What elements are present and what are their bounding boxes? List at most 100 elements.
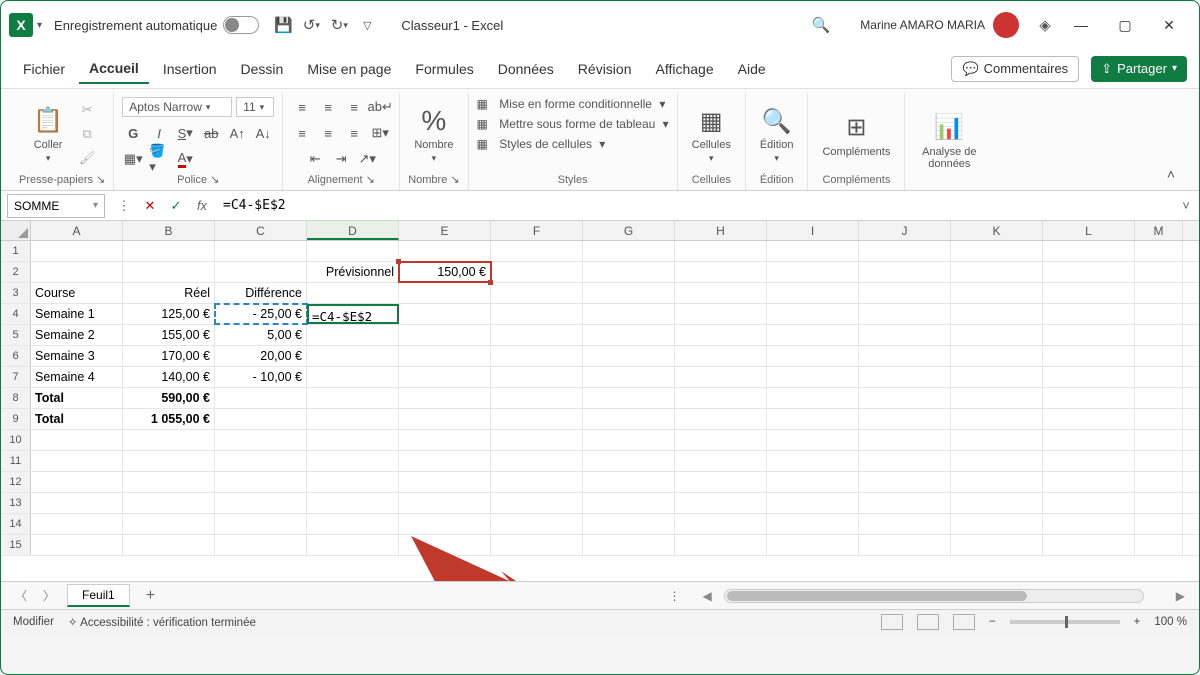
format-as-table-button[interactable]: ▦ Mettre sous forme de tableau ▾ xyxy=(477,117,669,131)
cell-I11[interactable] xyxy=(767,451,859,471)
font-size-combo[interactable]: 11▾ xyxy=(236,97,274,117)
wrap-text-icon[interactable]: ab↵ xyxy=(369,97,391,117)
cell-A14[interactable] xyxy=(31,514,123,534)
col-header-M[interactable]: M xyxy=(1135,221,1183,240)
cell-L15[interactable] xyxy=(1043,535,1135,555)
cell-J11[interactable] xyxy=(859,451,951,471)
cell-H9[interactable] xyxy=(675,409,767,429)
cell-G10[interactable] xyxy=(583,430,675,450)
cell-G8[interactable] xyxy=(583,388,675,408)
tab-prev-icon[interactable]: 〈 xyxy=(11,587,31,604)
cell-H15[interactable] xyxy=(675,535,767,555)
cell-C13[interactable] xyxy=(215,493,307,513)
cell-H3[interactable] xyxy=(675,283,767,303)
undo-icon[interactable]: ↺▾ xyxy=(297,11,325,39)
cancel-formula-icon[interactable]: ✕ xyxy=(137,198,163,214)
cell-L9[interactable] xyxy=(1043,409,1135,429)
cell-C3[interactable]: Différence xyxy=(215,283,307,303)
shrink-font-icon[interactable]: A↓ xyxy=(252,123,274,143)
cell-H12[interactable] xyxy=(675,472,767,492)
cell-J3[interactable] xyxy=(859,283,951,303)
cell-G12[interactable] xyxy=(583,472,675,492)
col-header-B[interactable]: B xyxy=(123,221,215,240)
dialog-launcher-icon[interactable]: ↘ xyxy=(96,173,105,186)
cell-G7[interactable] xyxy=(583,367,675,387)
cell-J10[interactable] xyxy=(859,430,951,450)
cell-L8[interactable] xyxy=(1043,388,1135,408)
select-all-corner[interactable] xyxy=(1,221,31,240)
cell-M6[interactable] xyxy=(1135,346,1183,366)
cell-J8[interactable] xyxy=(859,388,951,408)
cell-K3[interactable] xyxy=(951,283,1043,303)
cell-M7[interactable] xyxy=(1135,367,1183,387)
cell-C14[interactable] xyxy=(215,514,307,534)
row-header-9[interactable]: 9 xyxy=(1,409,31,429)
row-header-8[interactable]: 8 xyxy=(1,388,31,408)
cell-E1[interactable] xyxy=(399,241,491,261)
cell-L14[interactable] xyxy=(1043,514,1135,534)
cell-M2[interactable] xyxy=(1135,262,1183,282)
cell-F2[interactable] xyxy=(491,262,583,282)
cell-G6[interactable] xyxy=(583,346,675,366)
editing-button[interactable]: 🔍Édition▾ xyxy=(754,103,800,166)
cell-J13[interactable] xyxy=(859,493,951,513)
zoom-slider[interactable] xyxy=(1010,620,1120,624)
paste-button[interactable]: 📋 Coller ▾ xyxy=(26,103,70,166)
orientation-icon[interactable]: ↗▾ xyxy=(356,149,378,169)
cell-K14[interactable] xyxy=(951,514,1043,534)
row-header-15[interactable]: 15 xyxy=(1,535,31,555)
cell-C7[interactable]: - 10,00 € xyxy=(215,367,307,387)
cell-I10[interactable] xyxy=(767,430,859,450)
cell-H5[interactable] xyxy=(675,325,767,345)
view-normal-icon[interactable] xyxy=(881,614,903,630)
cell-C15[interactable] xyxy=(215,535,307,555)
cell-K9[interactable] xyxy=(951,409,1043,429)
cell-M4[interactable] xyxy=(1135,304,1183,324)
namebox-opts-icon[interactable]: ⋮ xyxy=(111,198,137,214)
cell-C4[interactable]: - 25,00 € xyxy=(215,304,307,324)
cell-K12[interactable] xyxy=(951,472,1043,492)
cell-F11[interactable] xyxy=(491,451,583,471)
cell-J5[interactable] xyxy=(859,325,951,345)
cell-J4[interactable] xyxy=(859,304,951,324)
font-name-combo[interactable]: Aptos Narrow▾ xyxy=(122,97,232,117)
horizontal-scrollbar[interactable] xyxy=(724,589,1144,603)
cell-D12[interactable] xyxy=(307,472,399,492)
col-header-H[interactable]: H xyxy=(675,221,767,240)
col-header-E[interactable]: E xyxy=(399,221,491,240)
cell-J9[interactable] xyxy=(859,409,951,429)
collapse-ribbon-icon[interactable]: ˄ xyxy=(1153,158,1189,190)
cell-M1[interactable] xyxy=(1135,241,1183,261)
cell-I7[interactable] xyxy=(767,367,859,387)
cell-D10[interactable] xyxy=(307,430,399,450)
menu-accueil[interactable]: Accueil xyxy=(79,54,149,84)
cell-D4[interactable]: =C4-$E$2 xyxy=(307,304,399,324)
cell-E8[interactable] xyxy=(399,388,491,408)
cell-J1[interactable] xyxy=(859,241,951,261)
menu-aide[interactable]: Aide xyxy=(728,55,776,83)
cell-E3[interactable] xyxy=(399,283,491,303)
cell-B9[interactable]: 1 055,00 € xyxy=(123,409,215,429)
cell-B6[interactable]: 170,00 € xyxy=(123,346,215,366)
cells-button[interactable]: ▦Cellules▾ xyxy=(686,103,737,166)
fill-color-icon[interactable]: 🪣▾ xyxy=(148,149,170,169)
cell-E4[interactable] xyxy=(399,304,491,324)
cell-A2[interactable] xyxy=(31,262,123,282)
user-name[interactable]: Marine AMARO MARIA xyxy=(860,18,985,32)
cell-E6[interactable] xyxy=(399,346,491,366)
cell-F9[interactable] xyxy=(491,409,583,429)
cell-G13[interactable] xyxy=(583,493,675,513)
cell-L5[interactable] xyxy=(1043,325,1135,345)
menu-revision[interactable]: Révision xyxy=(568,55,642,83)
underline-button[interactable]: S▾ xyxy=(174,123,196,143)
cell-H7[interactable] xyxy=(675,367,767,387)
col-header-I[interactable]: I xyxy=(767,221,859,240)
qat-customize-icon[interactable]: ▽ xyxy=(353,11,381,39)
cell-D13[interactable] xyxy=(307,493,399,513)
cell-H13[interactable] xyxy=(675,493,767,513)
cell-G1[interactable] xyxy=(583,241,675,261)
cell-B7[interactable]: 140,00 € xyxy=(123,367,215,387)
formula-input[interactable]: =C4-$E$2 xyxy=(215,198,1173,213)
cell-K6[interactable] xyxy=(951,346,1043,366)
cell-F8[interactable] xyxy=(491,388,583,408)
